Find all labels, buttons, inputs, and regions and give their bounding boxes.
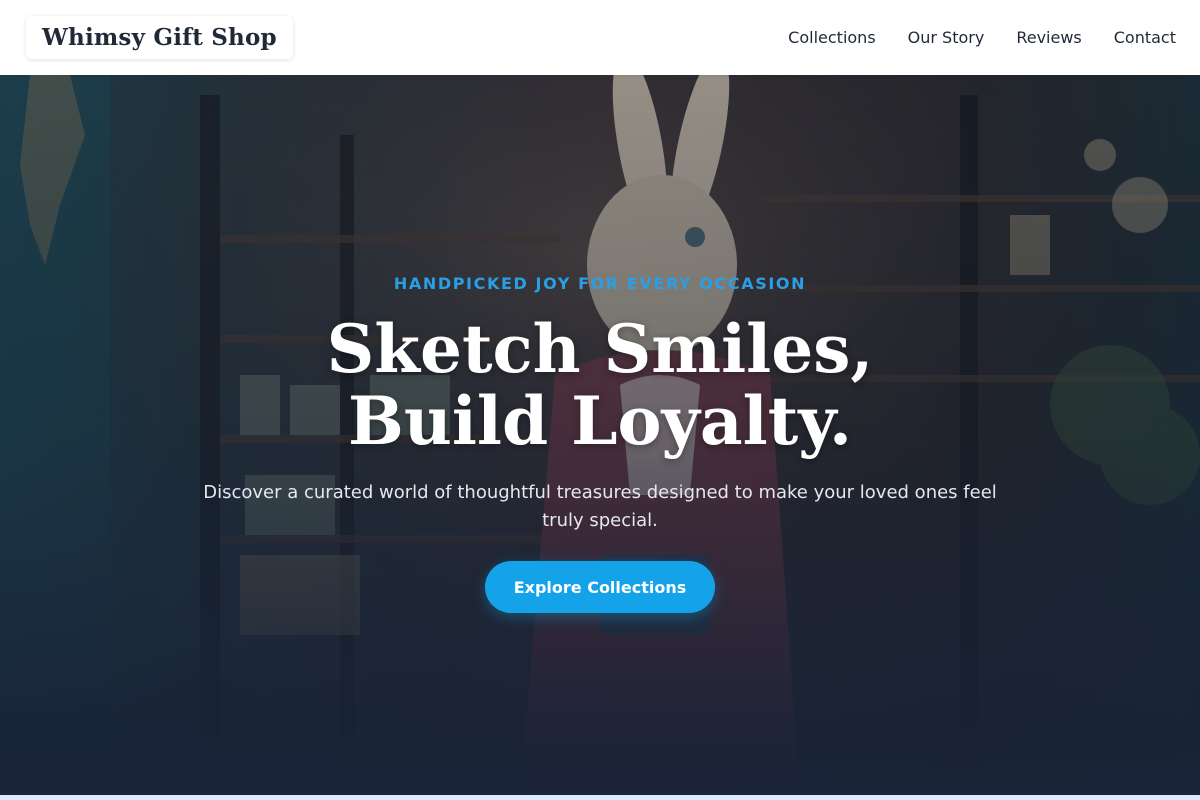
hero-headline: Sketch Smiles, Build Loyalty.: [326, 310, 874, 460]
hero-subtext: Discover a curated world of thoughtful t…: [203, 482, 997, 531]
hero-content: HANDPICKED JOY FOR EVERY OCCASION Sketch…: [0, 75, 1200, 795]
next-section-edge: [0, 795, 1200, 800]
nav-link-our-story[interactable]: Our Story: [908, 28, 985, 47]
site-header: Whimsy Gift Shop Collections Our Story R…: [0, 0, 1200, 75]
nav-link-reviews[interactable]: Reviews: [1016, 28, 1081, 47]
site-logo[interactable]: Whimsy Gift Shop: [26, 16, 293, 59]
hero-section: HANDPICKED JOY FOR EVERY OCCASION Sketch…: [0, 75, 1200, 795]
main-nav: Collections Our Story Reviews Contact: [788, 28, 1176, 47]
explore-collections-button[interactable]: Explore Collections: [485, 561, 715, 613]
hero-eyebrow: HANDPICKED JOY FOR EVERY OCCASION: [393, 274, 807, 293]
nav-link-collections[interactable]: Collections: [788, 28, 875, 47]
nav-link-contact[interactable]: Contact: [1114, 28, 1176, 47]
